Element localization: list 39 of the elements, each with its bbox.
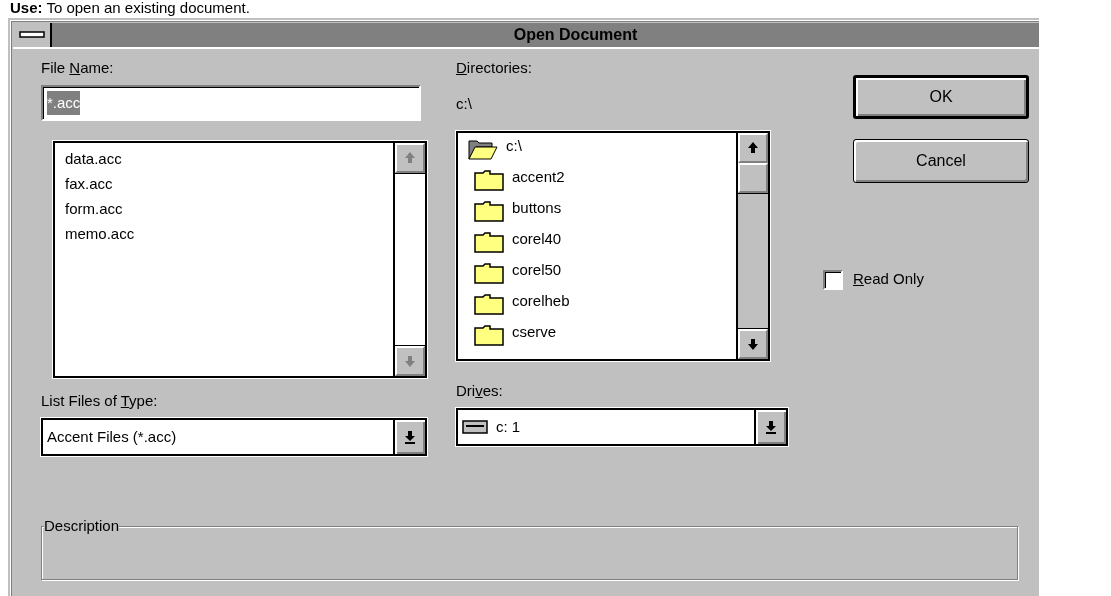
file-name-label: File Name: [41,59,114,77]
directory-item[interactable]: accent2 [512,164,565,189]
file-name-field[interactable]: *.acc [41,85,421,121]
directory-item[interactable]: cserve [512,319,557,344]
dropdown-arrow-icon [765,420,777,434]
directories-label: Directories: [456,59,532,77]
drive-icon [462,420,488,434]
description-label: Description [44,517,120,535]
drive-value: c: 1 [496,417,521,437]
drives-dropdown[interactable]: c: 1 [456,408,788,446]
directory-item[interactable]: c:\ [506,133,522,158]
scroll-down-icon [747,337,759,351]
scroll-up-icon [747,141,759,155]
system-menu-button[interactable] [13,23,52,47]
file-type-dropdown[interactable]: Accent Files (*.acc) [41,418,427,456]
scroll-down-icon [404,354,416,368]
drives-label: Drives: [456,382,503,399]
scroll-thumb[interactable] [738,163,768,193]
scroll-up-icon [404,151,416,165]
cancel-button[interactable]: Cancel [853,139,1029,183]
caption-text: Use: To open an existing document. [9,0,251,18]
directory-item[interactable]: corel50 [512,257,562,282]
file-type-label: List Files of Type: [41,392,158,409]
file-item[interactable]: fax.acc [65,171,113,196]
file-item[interactable]: data.acc [65,146,122,171]
file-item[interactable]: form.acc [65,196,123,221]
directory-path: c:\ [456,95,472,113]
file-item[interactable]: memo.acc [65,221,135,246]
menu-icon [18,31,45,39]
directory-item[interactable]: buttons [512,195,562,220]
directory-item[interactable]: corel40 [512,226,562,251]
dropdown-arrow-icon [404,430,416,444]
scroll-up-button[interactable] [738,133,768,163]
read-only-checkbox[interactable] [823,270,843,290]
read-only-label: Read Only [853,270,924,288]
scroll-down-button[interactable] [738,329,768,359]
window-title: Open Document [512,25,639,45]
ok-button[interactable]: OK [853,75,1029,119]
directory-item[interactable]: corelheb [512,288,570,313]
